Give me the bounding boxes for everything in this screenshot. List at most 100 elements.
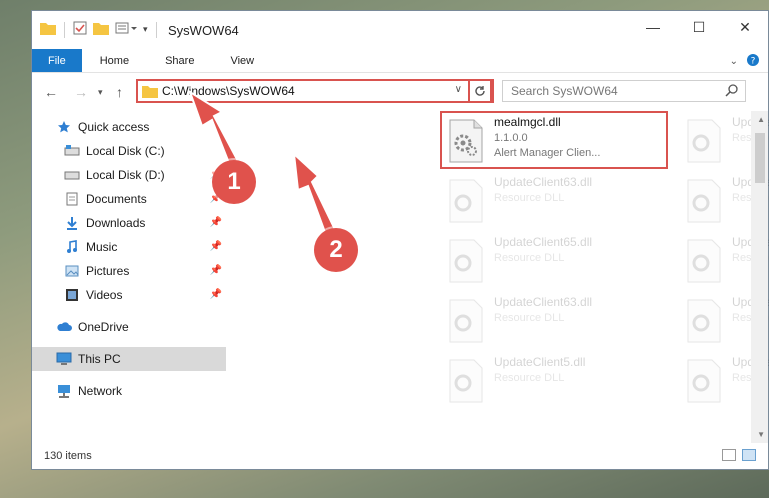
svg-text:?: ? xyxy=(751,57,756,67)
ribbon-tabs: File Home Share View ⌄ ? xyxy=(32,49,768,73)
item-count: 130 items xyxy=(44,450,92,462)
downloads-icon xyxy=(64,215,80,231)
chevron-down-icon[interactable]: ▾ xyxy=(143,24,148,35)
sidebar-item-label: Downloads xyxy=(86,216,146,230)
navigation-pane: Quick access Local Disk (C:) Local Disk … xyxy=(32,111,226,443)
pictures-icon xyxy=(64,263,80,279)
drive-icon xyxy=(64,167,80,183)
explorer-window: ▾ SysWOW64 — ☐ ✕ File Home Share View ⌄ … xyxy=(31,10,769,470)
toolbar-divider xyxy=(155,21,157,38)
sidebar-item-local-disk-c[interactable]: Local Disk (C:) xyxy=(32,139,226,163)
music-icon xyxy=(64,239,80,255)
sidebar-item-quick-access[interactable]: Quick access xyxy=(32,115,226,139)
file-description: Resource DLL xyxy=(494,192,565,204)
file-item[interactable]: UpdateClient63.dll Resource DLL xyxy=(448,175,678,231)
sidebar-item-label: Local Disk (D:) xyxy=(86,168,165,182)
pin-icon[interactable]: 📌 xyxy=(210,265,222,276)
file-description: Resource DLL xyxy=(494,312,565,324)
minimize-button[interactable]: — xyxy=(630,11,676,43)
sidebar-item-label: Pictures xyxy=(86,264,130,278)
step-1-badge: 1 xyxy=(212,160,256,204)
dll-file-icon xyxy=(686,359,722,403)
scrollbar-thumb[interactable] xyxy=(755,133,765,183)
pin-icon[interactable]: 📌 xyxy=(210,217,222,228)
sidebar-item-label: Documents xyxy=(86,192,147,206)
refresh-button[interactable] xyxy=(468,79,492,103)
up-arrow-icon[interactable]: ↑ xyxy=(116,84,123,100)
window-title: SysWOW64 xyxy=(168,23,239,38)
sidebar-item-label: OneDrive xyxy=(78,320,129,334)
file-description: Resource DLL xyxy=(494,372,565,384)
address-path: C:\Windows\SysWOW64 xyxy=(162,84,295,98)
close-button[interactable]: ✕ xyxy=(722,11,768,43)
vertical-scrollbar[interactable]: ▲ ▼ xyxy=(751,111,768,443)
pin-icon[interactable]: 📌 xyxy=(210,241,222,252)
sidebar-item-label: Local Disk (C:) xyxy=(86,144,165,158)
documents-icon xyxy=(64,191,80,207)
new-folder-icon[interactable] xyxy=(93,21,109,38)
dll-file-icon xyxy=(448,179,484,223)
refresh-icon xyxy=(475,86,485,96)
search-placeholder: Search SysWOW64 xyxy=(511,84,618,98)
pin-icon[interactable]: 📌 xyxy=(210,289,222,300)
file-item[interactable]: UpdateClient65.dll Resource DLL xyxy=(448,235,678,291)
videos-icon xyxy=(64,287,80,303)
sidebar-item-downloads[interactable]: Downloads 📌 xyxy=(32,211,226,235)
tiles-view-icon[interactable] xyxy=(742,449,756,461)
sidebar-item-label: This PC xyxy=(78,352,121,366)
sidebar-item-network[interactable]: Network xyxy=(32,379,226,403)
tab-view[interactable]: View xyxy=(212,49,272,72)
cloud-icon xyxy=(56,319,72,335)
dll-file-icon xyxy=(448,239,484,283)
dll-file-icon xyxy=(686,119,722,163)
customize-toolbar-icon[interactable] xyxy=(115,21,137,38)
search-input[interactable]: Search SysWOW64 xyxy=(502,80,746,102)
chevron-down-icon[interactable]: ∨ xyxy=(455,84,462,95)
properties-icon[interactable] xyxy=(73,21,87,38)
sidebar-item-label: Network xyxy=(78,384,123,398)
sidebar-item-this-pc[interactable]: This PC xyxy=(32,347,226,371)
folder-icon xyxy=(142,84,158,98)
file-list: mealmgcl.dll 1.1.0.0 Alert Manager Clien… xyxy=(226,111,769,443)
sidebar-item-pictures[interactable]: Pictures 📌 xyxy=(32,259,226,283)
ribbon-controls: ⌄ ? xyxy=(730,53,760,70)
file-item-mealmgcl[interactable]: mealmgcl.dll 1.1.0.0 Alert Manager Clien… xyxy=(448,115,678,171)
back-arrow-icon[interactable]: ← xyxy=(44,84,58,100)
search-icon[interactable] xyxy=(725,83,739,100)
sidebar-item-label: Music xyxy=(86,240,118,254)
dll-file-icon xyxy=(686,299,722,343)
quick-access-toolbar: ▾ xyxy=(40,21,159,38)
folder-icon[interactable] xyxy=(40,21,56,38)
sidebar-item-videos[interactable]: Videos 📌 xyxy=(32,283,226,307)
sidebar-item-documents[interactable]: Documents 📌 xyxy=(32,187,226,211)
network-icon xyxy=(56,383,72,399)
sidebar-item-onedrive[interactable]: OneDrive xyxy=(32,315,226,339)
help-icon[interactable]: ? xyxy=(746,53,760,70)
scroll-down-icon[interactable]: ▼ xyxy=(757,430,765,439)
forward-arrow-icon[interactable]: → xyxy=(74,84,88,100)
tab-share[interactable]: Share xyxy=(147,49,212,72)
details-view-icon[interactable] xyxy=(722,449,736,461)
tab-home[interactable]: Home xyxy=(82,49,147,72)
recent-locations-icon[interactable]: ▾ xyxy=(98,87,103,98)
file-item[interactable]: UpdateClient5.dll Resource DLL xyxy=(448,355,678,411)
maximize-button[interactable]: ☐ xyxy=(676,11,722,43)
dll-file-icon xyxy=(448,119,484,163)
toolbar-divider xyxy=(64,21,65,38)
address-bar[interactable]: C:\Windows\SysWOW64 ∨ xyxy=(136,79,494,103)
expand-ribbon-icon[interactable]: ⌄ xyxy=(730,56,738,67)
file-name: UpdateClient63.dll xyxy=(494,175,593,189)
sidebar-item-music[interactable]: Music 📌 xyxy=(32,235,226,259)
window-controls: — ☐ ✕ xyxy=(630,11,768,43)
sidebar-item-local-disk-d[interactable]: Local Disk (D:) 📌 xyxy=(32,163,226,187)
file-name: UpdateClient63.dll xyxy=(494,295,593,309)
tab-file[interactable]: File xyxy=(32,49,82,72)
file-item[interactable]: UpdateClient63.dll Resource DLL xyxy=(448,295,678,351)
view-toggle xyxy=(722,449,756,461)
scroll-up-icon[interactable]: ▲ xyxy=(757,115,765,124)
sidebar-item-label: Quick access xyxy=(78,120,150,134)
dll-file-icon xyxy=(686,239,722,283)
star-icon xyxy=(56,119,72,135)
dll-file-icon xyxy=(448,359,484,403)
dll-file-icon xyxy=(686,179,722,223)
